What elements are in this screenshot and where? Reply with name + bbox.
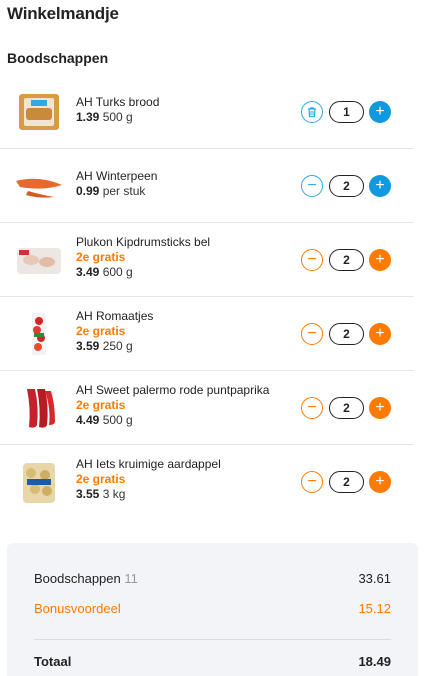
cart-item[interactable]: AH Romaatjes 2e gratis 3.59 250 g − 2 + (0, 297, 414, 371)
product-price: 1.39 (76, 110, 100, 124)
cart-item[interactable]: AH Winterpeen 0.99 per stuk − 2 + (0, 149, 414, 223)
quantity-field[interactable]: 2 (329, 471, 364, 493)
product-price: 3.59 (76, 339, 100, 353)
product-price: 4.49 (76, 413, 100, 427)
plus-icon[interactable]: + (369, 323, 391, 345)
promo-badge: 2e gratis (76, 324, 126, 338)
cart-item[interactable]: AH Iets kruimige aardappel 2e gratis 3.5… (0, 445, 414, 519)
minus-icon[interactable]: − (301, 471, 323, 493)
plus-icon[interactable]: + (369, 175, 391, 197)
promo-badge: 2e gratis (76, 472, 126, 486)
product-image-turks-brood (14, 87, 64, 137)
page-title: Winkelmandje (7, 4, 119, 23)
product-name[interactable]: Plukon Kipdrumsticks bel (76, 235, 291, 250)
plus-icon[interactable]: + (369, 101, 391, 123)
order-summary: Boodschappen 11 33.61 Bonusvoordeel 15.1… (7, 543, 418, 676)
bonus-value: 15.12 (358, 601, 391, 616)
product-unit: 500 g (102, 413, 133, 427)
quantity-field[interactable]: 1 (329, 101, 364, 123)
quantity-field[interactable]: 2 (329, 249, 364, 271)
total-label: Totaal (34, 654, 72, 669)
quantity-field[interactable]: 2 (329, 175, 364, 197)
product-image-winterpeen (14, 161, 64, 211)
product-unit: per stuk (102, 184, 146, 198)
plus-icon[interactable]: + (369, 471, 391, 493)
promo-badge: 2e gratis (76, 398, 126, 412)
summary-subtotal-row: Boodschappen 11 33.61 (34, 571, 391, 586)
minus-icon[interactable]: − (301, 175, 323, 197)
product-price: 3.55 (76, 487, 100, 501)
minus-icon[interactable]: − (301, 397, 323, 419)
promo-badge: 2e gratis (76, 250, 126, 264)
product-unit: 600 g (102, 265, 133, 279)
cart-item[interactable]: AH Sweet palermo rode puntpaprika 2e gra… (0, 371, 414, 445)
product-name[interactable]: AH Winterpeen (76, 169, 291, 184)
quantity-field[interactable]: 2 (329, 323, 364, 345)
cart-item[interactable]: AH Turks brood 1.39 500 g 1 + (0, 75, 414, 149)
product-image-puntpaprika (14, 383, 64, 433)
total-value: 18.49 (358, 654, 391, 669)
plus-icon[interactable]: + (369, 397, 391, 419)
plus-icon[interactable]: + (369, 249, 391, 271)
cart-item-list: AH Turks brood 1.39 500 g 1 + AH Winterp… (0, 75, 425, 519)
summary-bonus-row: Bonusvoordeel 15.12 (34, 601, 391, 616)
summary-total-row: Totaal 18.49 (34, 654, 391, 669)
item-count: 11 (124, 571, 138, 586)
subtotal-value: 33.61 (358, 571, 391, 586)
product-unit: 3 kg (102, 487, 126, 501)
product-image-kipdrumsticks (14, 235, 64, 285)
cart-item[interactable]: Plukon Kipdrumsticks bel 2e gratis 3.49 … (0, 223, 414, 297)
product-price: 0.99 (76, 184, 100, 198)
product-name[interactable]: AH Sweet palermo rode puntpaprika (76, 383, 291, 398)
product-name[interactable]: AH Iets kruimige aardappel (76, 457, 291, 472)
product-name[interactable]: AH Romaatjes (76, 309, 291, 324)
product-unit: 500 g (102, 110, 133, 124)
subtotal-label: Boodschappen (34, 571, 121, 586)
product-unit: 250 g (102, 339, 133, 353)
trash-icon[interactable] (301, 101, 323, 123)
section-title: Boodschappen (7, 50, 109, 66)
product-name[interactable]: AH Turks brood (76, 95, 291, 110)
product-price: 3.49 (76, 265, 100, 279)
product-image-romaatjes (14, 309, 64, 359)
product-image-aardappel (14, 457, 64, 507)
quantity-field[interactable]: 2 (329, 397, 364, 419)
summary-divider (34, 639, 391, 640)
bonus-label: Bonusvoordeel (34, 601, 121, 616)
minus-icon[interactable]: − (301, 249, 323, 271)
minus-icon[interactable]: − (301, 323, 323, 345)
